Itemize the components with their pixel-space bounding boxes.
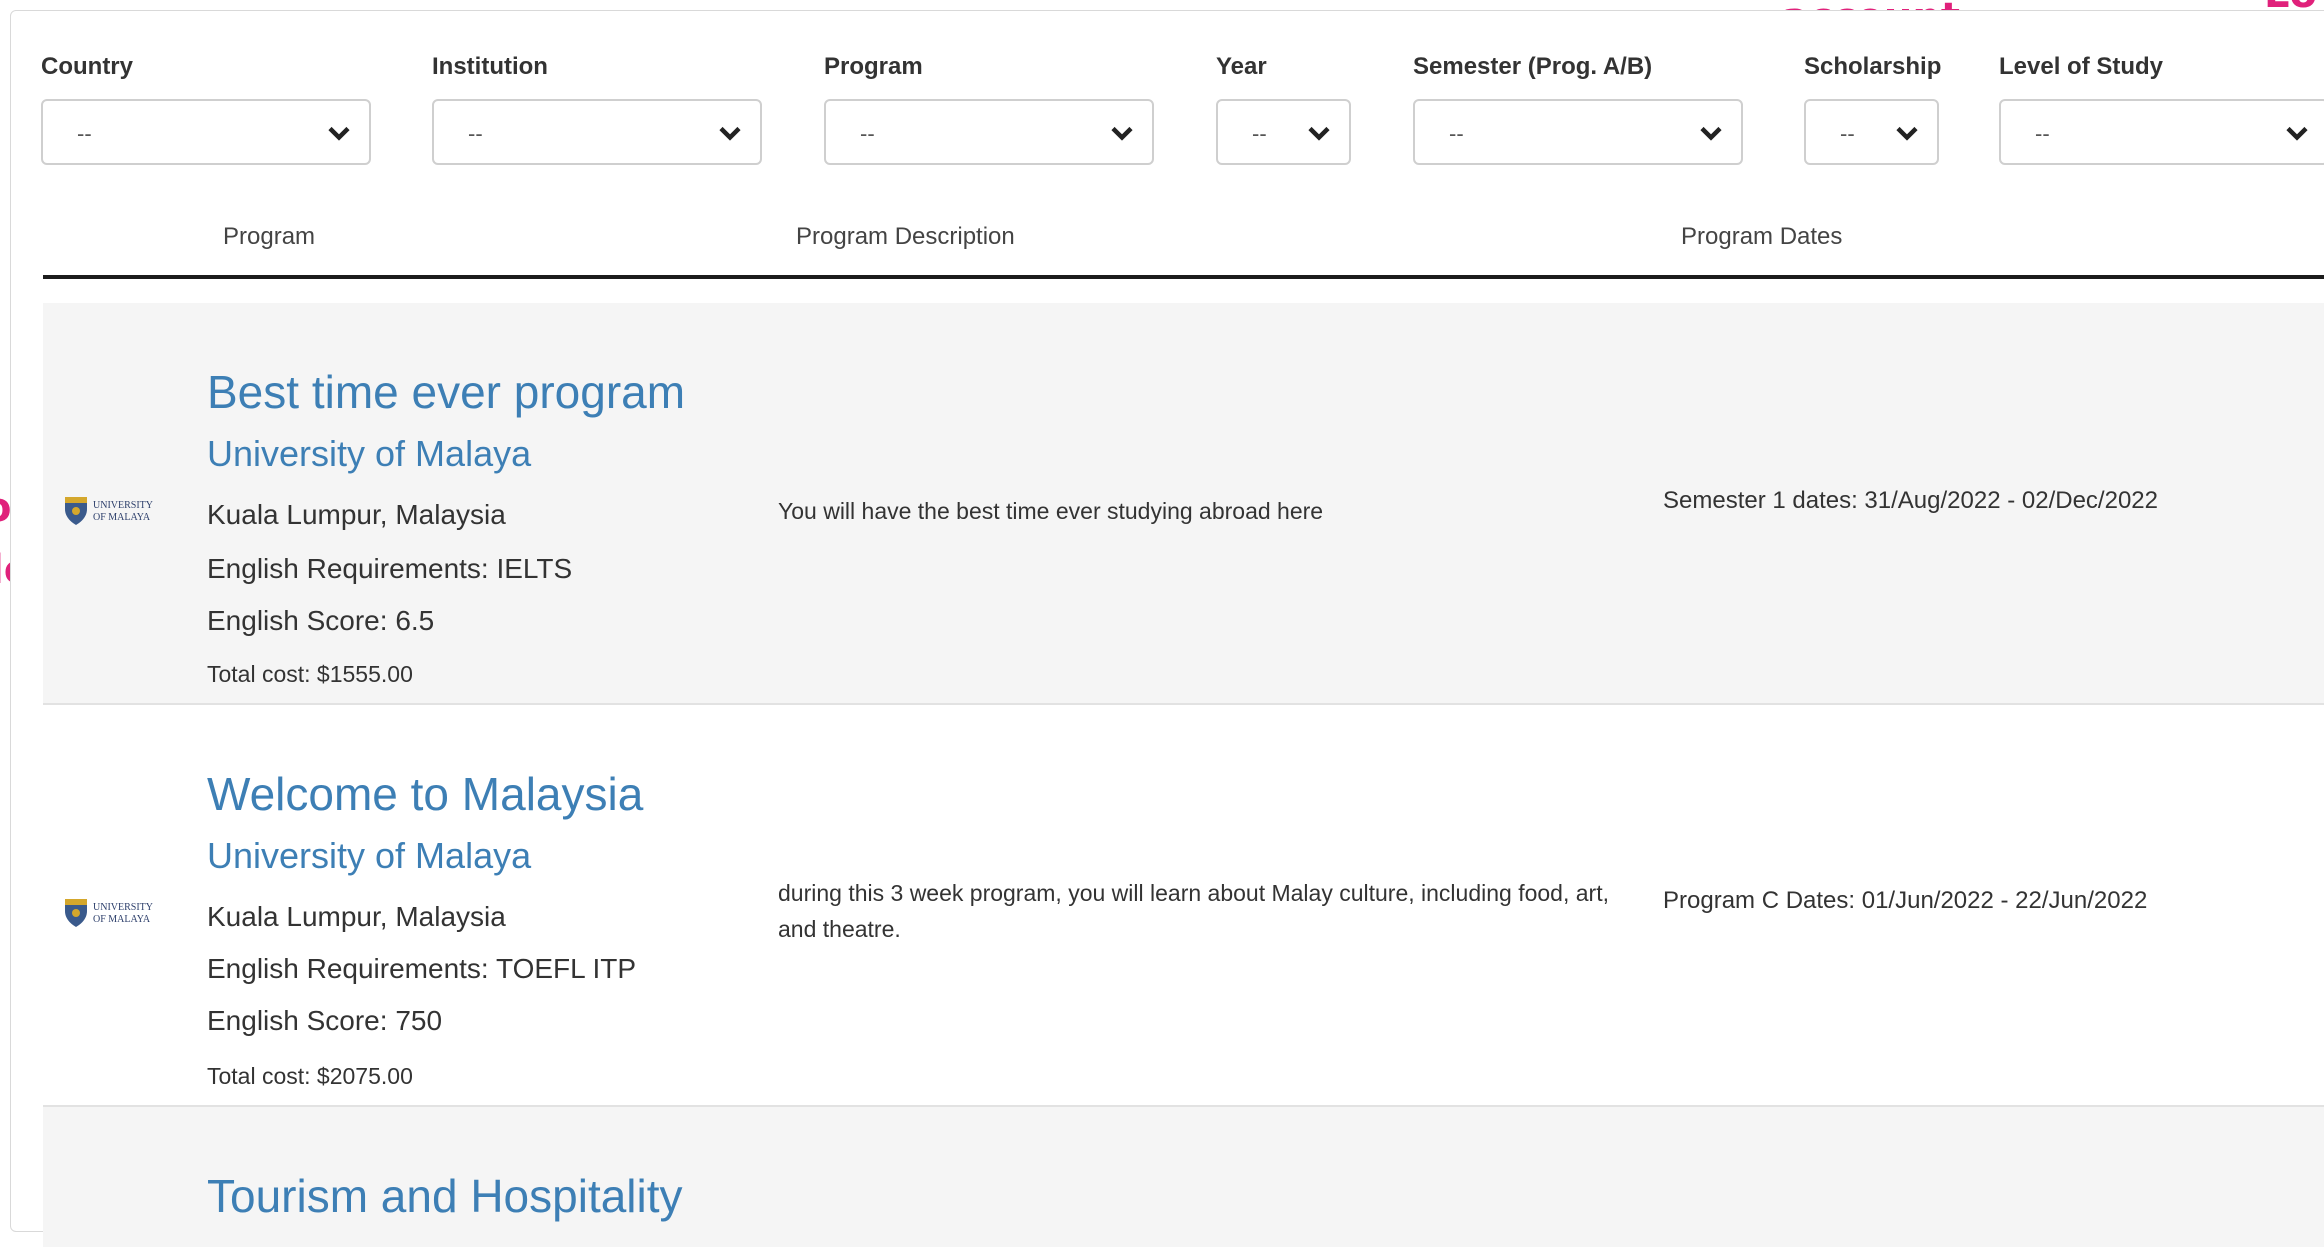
year-select[interactable]: -- [1216,99,1351,165]
university-logo-icon: UNIVERSITY OF MALAYA [65,497,153,525]
chevron-down-icon [1308,126,1330,141]
filter-label-institution: Institution [432,53,548,80]
column-header-description[interactable]: Program Description [796,223,1015,251]
level-of-study-select[interactable]: -- [1999,99,2324,165]
filter-label-scholarship: Scholarship [1804,53,1942,80]
university-logo-icon: UNIVERSITY OF MALAYA [65,899,153,927]
chevron-down-icon [1700,126,1722,141]
filter-label-year: Year [1216,53,1267,80]
total-cost: Total cost: $2075.00 [207,1063,413,1089]
table-row[interactable]: UNIVERSITY OF MALAYA Best time ever prog… [43,303,2324,703]
semester-select[interactable]: -- [1413,99,1743,165]
institution-name-link[interactable]: University of Malaya [207,835,531,877]
logo-text-line-1: UNIVERSITY [93,902,153,913]
chevron-down-icon [1111,126,1133,141]
table-row[interactable]: Tourism and Hospitality [43,1107,2324,1247]
year-select-value: -- [1252,121,1267,146]
filter-label-level-of-study: Level of Study [1999,53,2164,80]
program-title-link[interactable]: Tourism and Hospitality [207,1169,683,1223]
filter-label-country: Country [41,53,133,80]
institution-name-link[interactable]: University of Malaya [207,433,531,475]
scholarship-select[interactable]: -- [1804,99,1939,165]
institution-select-value: -- [468,121,483,146]
chevron-down-icon [328,126,350,141]
scholarship-select-value: -- [1840,121,1855,146]
semester-select-value: -- [1449,121,1464,146]
logo-text-line-2: OF MALAYA [93,914,151,925]
program-select[interactable]: -- [824,99,1154,165]
logo-text-line-1: UNIVERSITY [93,500,153,511]
level-of-study-select-value: -- [2035,121,2050,146]
chevron-down-icon [1896,126,1918,141]
english-requirements: English Requirements: IELTS [207,553,573,584]
program-dates: Semester 1 dates: 31/Aug/2022 - 02/Dec/2… [1663,487,2158,514]
chevron-down-icon [2286,126,2308,141]
total-cost: Total cost: $1555.00 [207,661,413,687]
institution-select[interactable]: -- [432,99,762,165]
program-select-value: -- [860,121,875,146]
country-select-value: -- [77,121,92,146]
table-row[interactable]: UNIVERSITY OF MALAYA Welcome to Malaysia… [43,705,2324,1105]
program-location: Kuala Lumpur, Malaysia [207,499,506,530]
program-search-panel: Country Institution Program Year Semeste… [10,10,2324,1247]
column-header-dates[interactable]: Program Dates [1681,223,1842,251]
english-score: English Score: 6.5 [207,605,435,636]
header-divider [43,275,2324,279]
english-score: English Score: 750 [207,1005,443,1036]
program-description: during this 3 week program, you will lea… [778,880,1609,942]
program-title-link[interactable]: Welcome to Malaysia [207,767,643,821]
country-select[interactable]: -- [41,99,371,165]
filter-label-semester: Semester (Prog. A/B) [1413,53,1653,80]
column-header-program[interactable]: Program [223,223,315,251]
program-title-link[interactable]: Best time ever program [207,365,685,419]
english-requirements: English Requirements: TOEFL ITP [207,953,636,984]
chevron-down-icon [719,126,741,141]
program-location: Kuala Lumpur, Malaysia [207,901,506,932]
program-dates: Program C Dates: 01/Jun/2022 - 22/Jun/20… [1663,887,2148,914]
program-description: You will have the best time ever studyin… [778,498,1324,524]
logo-text-line-2: OF MALAYA [93,512,151,523]
filter-label-program: Program [824,53,923,80]
